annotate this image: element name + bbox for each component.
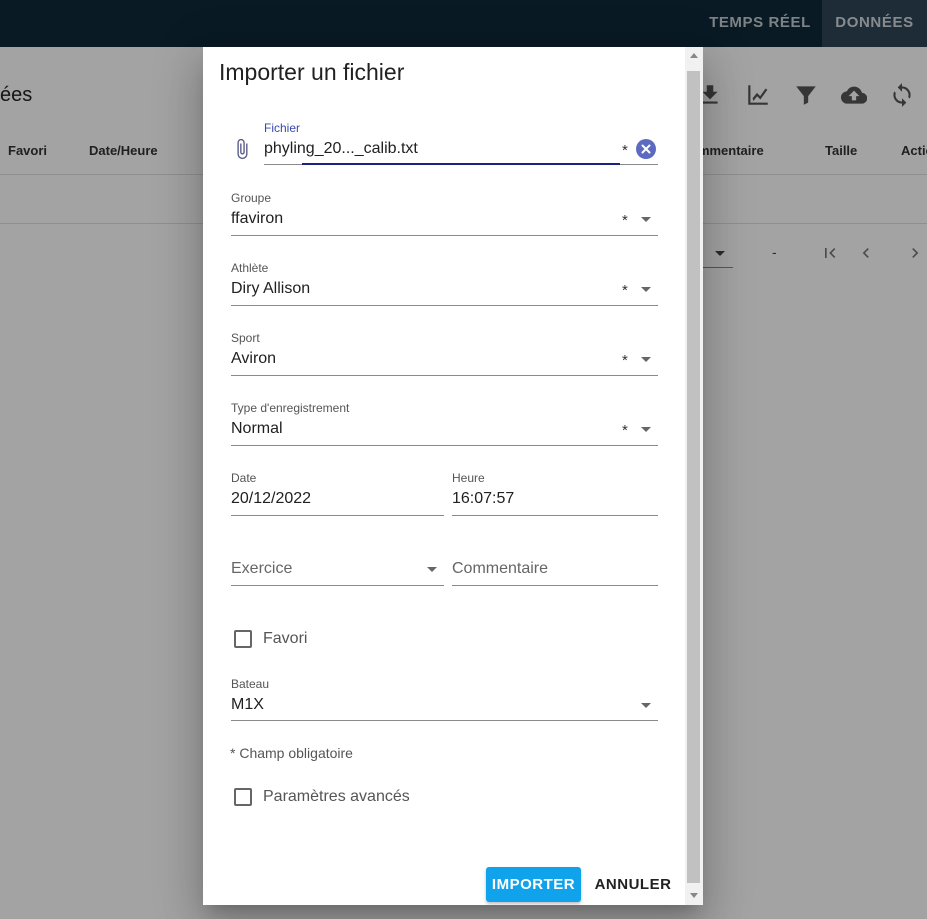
sport-field-underline	[231, 375, 658, 376]
record-type-required-marker: *	[622, 422, 628, 439]
clear-icon[interactable]	[636, 139, 656, 159]
dialog-scrollbar-thumb[interactable]	[687, 71, 700, 883]
record-type-field-underline	[231, 445, 658, 446]
record-type-select-value[interactable]: Normal	[231, 420, 283, 438]
chevron-down-icon[interactable]	[641, 427, 651, 432]
group-field-label: Groupe	[231, 191, 272, 205]
advanced-settings-label[interactable]: Paramètres avancés	[263, 788, 410, 806]
athlete-field-label: Athlète	[231, 261, 269, 275]
paperclip-icon[interactable]	[231, 137, 253, 161]
time-input[interactable]: 16:07:57	[452, 490, 514, 508]
scroll-down-icon[interactable]	[690, 893, 698, 898]
record-type-field-label: Type d'enregistrement	[231, 401, 350, 415]
file-field-focus-underline	[302, 163, 620, 165]
date-field-underline	[231, 515, 444, 516]
athlete-field-underline	[231, 305, 658, 306]
date-field-label: Date	[231, 471, 257, 485]
date-input[interactable]: 20/12/2022	[231, 490, 311, 508]
required-field-note: * Champ obligatoire	[230, 745, 353, 761]
dialog-title: Importer un fichier	[219, 59, 405, 85]
sport-field-label: Sport	[231, 331, 260, 345]
file-field-label: Fichier	[264, 121, 301, 135]
import-button[interactable]: IMPORTER	[486, 867, 581, 902]
import-file-dialog: Importer un fichier Fichier phyling_20..…	[203, 47, 703, 905]
chevron-down-icon[interactable]	[641, 217, 651, 222]
athlete-required-marker: *	[622, 282, 628, 299]
sport-required-marker: *	[622, 352, 628, 369]
group-select-value[interactable]: ffaviron	[231, 210, 283, 228]
favorite-checkbox-label[interactable]: Favori	[263, 630, 307, 648]
cancel-button[interactable]: ANNULER	[591, 867, 675, 902]
boat-field-label: Bateau	[231, 677, 270, 691]
athlete-select-value[interactable]: Diry Allison	[231, 280, 310, 298]
group-field-underline	[231, 235, 658, 236]
boat-select-value[interactable]: M1X	[231, 696, 264, 714]
time-field-label: Heure	[452, 471, 485, 485]
chevron-down-icon[interactable]	[641, 357, 651, 362]
favorite-checkbox[interactable]	[234, 630, 252, 648]
comment-field-underline	[452, 585, 658, 586]
file-field-value[interactable]: phyling_20..._calib.txt	[264, 140, 418, 158]
sport-select-value[interactable]: Aviron	[231, 350, 276, 368]
group-required-marker: *	[622, 212, 628, 229]
comment-input[interactable]: Commentaire	[452, 560, 548, 578]
time-field-underline	[452, 515, 658, 516]
boat-field-underline	[231, 720, 658, 721]
scroll-up-icon[interactable]	[690, 53, 698, 58]
advanced-settings-checkbox[interactable]	[234, 788, 252, 806]
exercise-select[interactable]: Exercice	[231, 560, 292, 578]
chevron-down-icon[interactable]	[641, 703, 651, 708]
exercise-field-underline	[231, 585, 444, 586]
chevron-down-icon[interactable]	[641, 287, 651, 292]
chevron-down-icon[interactable]	[427, 567, 437, 572]
file-required-marker: *	[622, 142, 628, 159]
